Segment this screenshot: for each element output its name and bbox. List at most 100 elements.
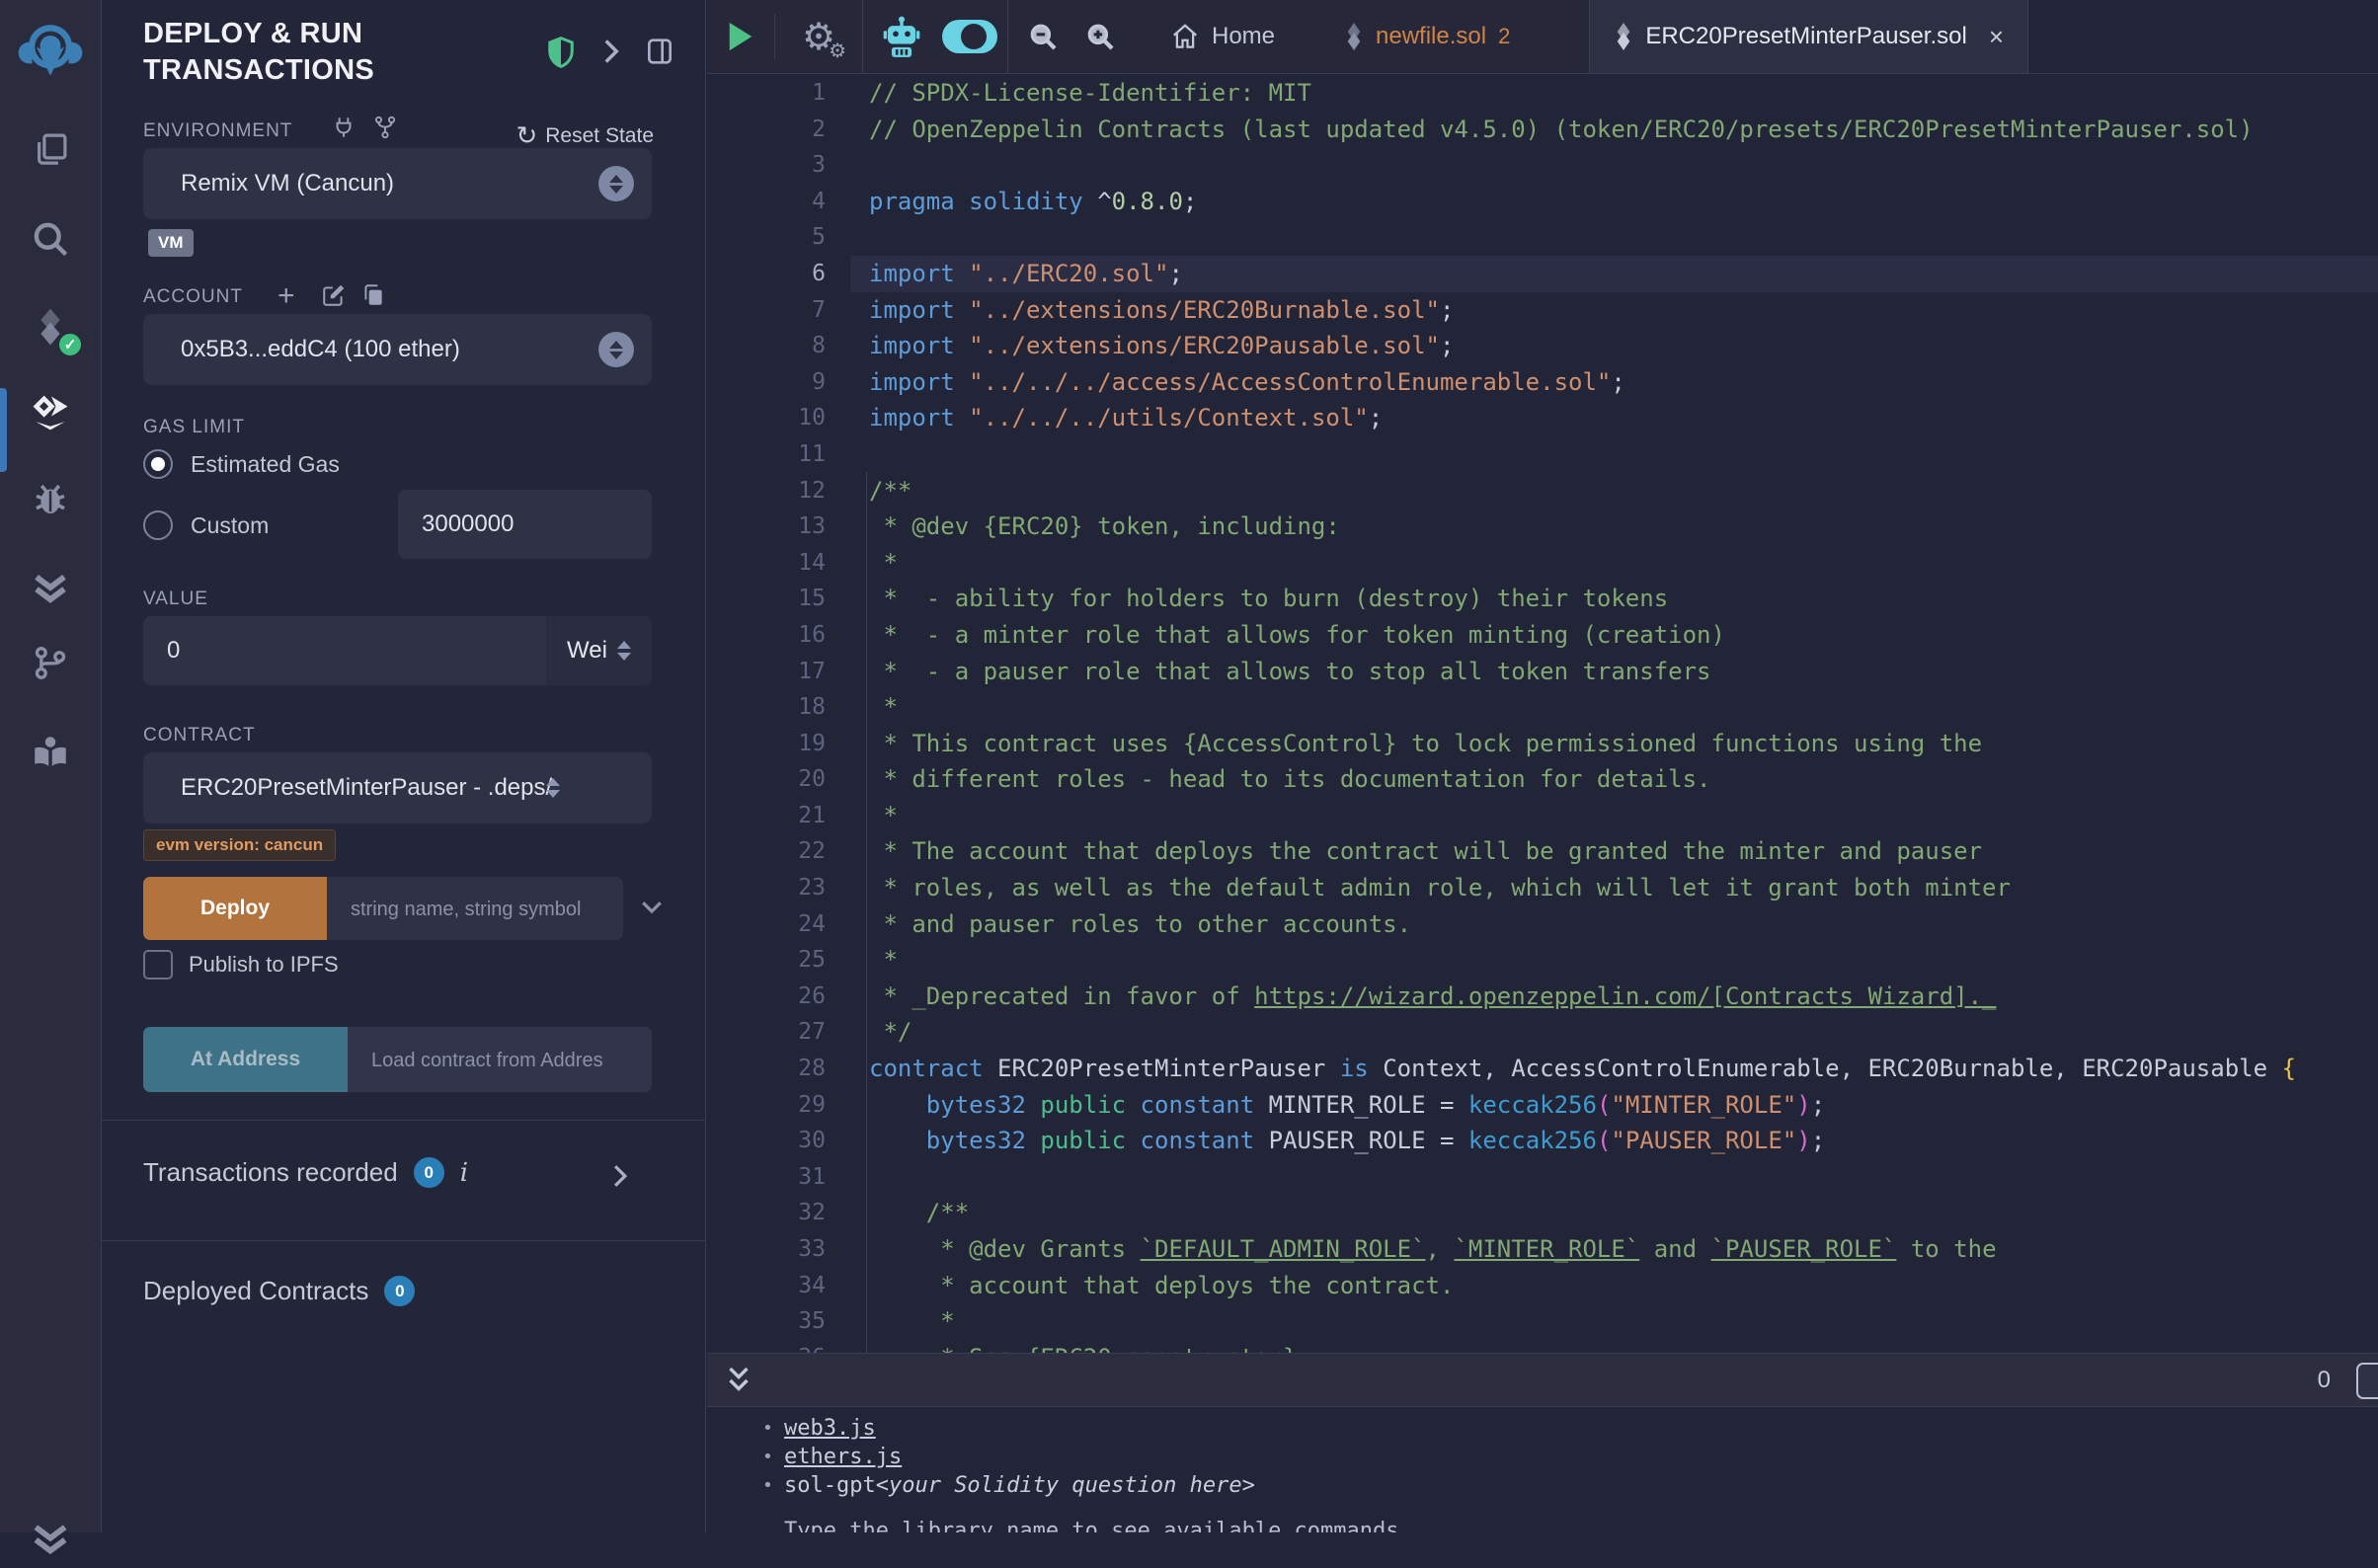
reset-state-button[interactable]: ↻ Reset State: [515, 120, 654, 151]
publish-ipfs-checkbox[interactable]: [143, 950, 173, 980]
code-line[interactable]: 5: [707, 219, 2378, 256]
code-line[interactable]: 32 /**: [707, 1195, 2378, 1231]
select-spinner-icon[interactable]: [598, 332, 634, 367]
tab-erc20presetminterpauser-sol[interactable]: ERC20PresetMinterPauser.sol ×: [1589, 0, 2028, 73]
compile-run-gears-icon[interactable]: ⚙ ⚙: [775, 0, 862, 73]
at-address-button[interactable]: At Address: [143, 1027, 348, 1092]
zoom-out-icon[interactable]: [1014, 0, 1071, 73]
code-line[interactable]: 27 */: [707, 1014, 2378, 1051]
at-address-input[interactable]: [348, 1027, 652, 1092]
code-line[interactable]: 8import "../extensions/ERC20Pausable.sol…: [707, 328, 2378, 364]
code-line[interactable]: 3: [707, 147, 2378, 184]
evm-version-badge: evm version: cancun: [143, 829, 336, 861]
value-input[interactable]: [143, 616, 546, 685]
run-script-icon[interactable]: [707, 0, 774, 73]
git-icon[interactable]: [28, 640, 73, 685]
code-line[interactable]: 23 * roles, as well as the default admin…: [707, 870, 2378, 906]
transactions-recorded-section[interactable]: Transactions recorded 0 i: [143, 1157, 468, 1188]
transactions-expand-chevron-icon[interactable]: [610, 1163, 630, 1194]
estimated-gas-radio[interactable]: [143, 449, 173, 479]
code-line[interactable]: 22 * The account that deploys the contra…: [707, 833, 2378, 870]
pin-panel-chevron-icon[interactable]: [600, 38, 622, 70]
tab-newfile-sol[interactable]: newfile.sol 2: [1320, 0, 1534, 73]
code-line[interactable]: 19 * This contract uses {AccessControl} …: [707, 726, 2378, 762]
code-line[interactable]: 7import "../extensions/ERC20Burnable.sol…: [707, 292, 2378, 329]
code-line[interactable]: 4pragma solidity ^0.8.0;: [707, 184, 2378, 220]
add-account-icon[interactable]: +: [277, 279, 295, 313]
close-tab-icon[interactable]: ×: [1989, 22, 2004, 52]
environment-select[interactable]: Remix VM (Cancun): [143, 148, 652, 219]
code-line[interactable]: 35 *: [707, 1303, 2378, 1340]
tab-home[interactable]: Home: [1147, 0, 1299, 73]
settings-partial-icon[interactable]: [28, 1523, 73, 1568]
publish-ipfs-option[interactable]: Publish to IPFS: [143, 950, 339, 980]
expand-deploy-chevron-icon[interactable]: [637, 892, 667, 926]
custom-gas-input[interactable]: [398, 490, 652, 559]
info-icon[interactable]: i: [460, 1158, 468, 1188]
value-unit-select[interactable]: Wei: [546, 616, 652, 685]
code-line[interactable]: 1// SPDX-License-Identifier: MIT: [707, 75, 2378, 112]
code-line[interactable]: 10import "../../../utils/Context.sol";: [707, 400, 2378, 436]
deploy-button[interactable]: Deploy: [143, 877, 327, 940]
file-explorer-icon[interactable]: [28, 127, 73, 173]
custom-gas-radio[interactable]: [143, 510, 173, 540]
code-line[interactable]: 29 bytes32 public constant MINTER_ROLE =…: [707, 1087, 2378, 1124]
code-line[interactable]: 26 * _Deprecated in favor of https://wiz…: [707, 979, 2378, 1015]
custom-gas-option[interactable]: Custom: [143, 510, 269, 540]
code-line[interactable]: 16 * - a minter role that allows for tok…: [707, 617, 2378, 654]
code-line[interactable]: 11: [707, 436, 2378, 473]
code-line[interactable]: 6import "../ERC20.sol";: [707, 256, 2378, 292]
select-spinner-icon[interactable]: [598, 166, 634, 201]
code-line[interactable]: 21 *: [707, 798, 2378, 834]
account-label: ACCOUNT: [143, 286, 243, 308]
code-line[interactable]: 31: [707, 1159, 2378, 1196]
select-spinner-icon[interactable]: [546, 778, 560, 798]
code-line[interactable]: 25 *: [707, 942, 2378, 979]
code-line[interactable]: 15 * - ability for holders to burn (dest…: [707, 581, 2378, 617]
zoom-in-icon[interactable]: [1071, 0, 1129, 73]
ai-assistant-robot-icon[interactable]: [871, 0, 932, 73]
code-line[interactable]: 14 *: [707, 545, 2378, 582]
code-line[interactable]: 2// OpenZeppelin Contracts (last updated…: [707, 112, 2378, 148]
code-line[interactable]: 34 * account that deploys the contract.: [707, 1268, 2378, 1304]
collapse-terminal-icon[interactable]: [725, 1364, 753, 1397]
copy-account-icon[interactable]: [360, 282, 386, 313]
estimated-gas-option[interactable]: Estimated Gas: [143, 449, 340, 479]
learneth-icon[interactable]: [28, 730, 73, 775]
terminal-search-box[interactable]: [2356, 1363, 2378, 1399]
code-line[interactable]: 18 *: [707, 689, 2378, 726]
fork-environment-icon[interactable]: [372, 115, 398, 145]
terminal-header[interactable]: 0: [707, 1353, 2378, 1407]
code-line[interactable]: 28contract ERC20PresetMinterPauser is Co…: [707, 1051, 2378, 1087]
code-line[interactable]: 20 * different roles - head to its docum…: [707, 761, 2378, 798]
deploy-args-input[interactable]: [327, 877, 623, 940]
unit-spinner-icon[interactable]: [617, 641, 631, 661]
deploy-run-icon[interactable]: [28, 390, 73, 435]
terminal-output: • web3.js • ethers.js • sol-gpt <your So…: [707, 1408, 2378, 1532]
search-icon[interactable]: [28, 216, 73, 262]
account-select[interactable]: 0x5B3...eddC4 (100 ether): [143, 314, 652, 385]
debugger-icon[interactable]: [28, 477, 73, 522]
web3js-link[interactable]: web3.js: [784, 1414, 876, 1443]
editor-topbar: ⚙ ⚙: [707, 0, 2378, 74]
contract-select[interactable]: ERC20PresetMinterPauser - .deps/: [143, 752, 652, 823]
ai-toggle-switch[interactable]: [932, 0, 1007, 73]
code-editor[interactable]: 1// SPDX-License-Identifier: MIT2// Open…: [707, 75, 2378, 1374]
code-line[interactable]: 30 bytes32 public constant PAUSER_ROLE =…: [707, 1123, 2378, 1159]
line-number: 16: [707, 617, 826, 654]
edit-account-icon[interactable]: [321, 282, 347, 313]
code-line[interactable]: 9import "../../../access/AccessControlEn…: [707, 364, 2378, 401]
code-line[interactable]: 33 * @dev Grants `DEFAULT_ADMIN_ROLE`, `…: [707, 1231, 2378, 1268]
plug-icon[interactable]: [331, 115, 357, 145]
code-line[interactable]: 12/**: [707, 473, 2378, 510]
ethersjs-link[interactable]: ethers.js: [784, 1443, 902, 1471]
code-line[interactable]: 24 * and pauser roles to other accounts.: [707, 906, 2378, 943]
line-number: 27: [707, 1014, 826, 1051]
code-line[interactable]: 13 * @dev {ERC20} token, including:: [707, 509, 2378, 545]
code-line[interactable]: 17 * - a pauser role that allows to stop…: [707, 654, 2378, 690]
solidity-compiler-icon[interactable]: ✓: [28, 304, 73, 350]
unit-testing-icon[interactable]: [28, 564, 73, 609]
shield-icon[interactable]: [546, 36, 576, 74]
line-number: 24: [707, 906, 826, 943]
split-view-icon[interactable]: [644, 36, 675, 72]
